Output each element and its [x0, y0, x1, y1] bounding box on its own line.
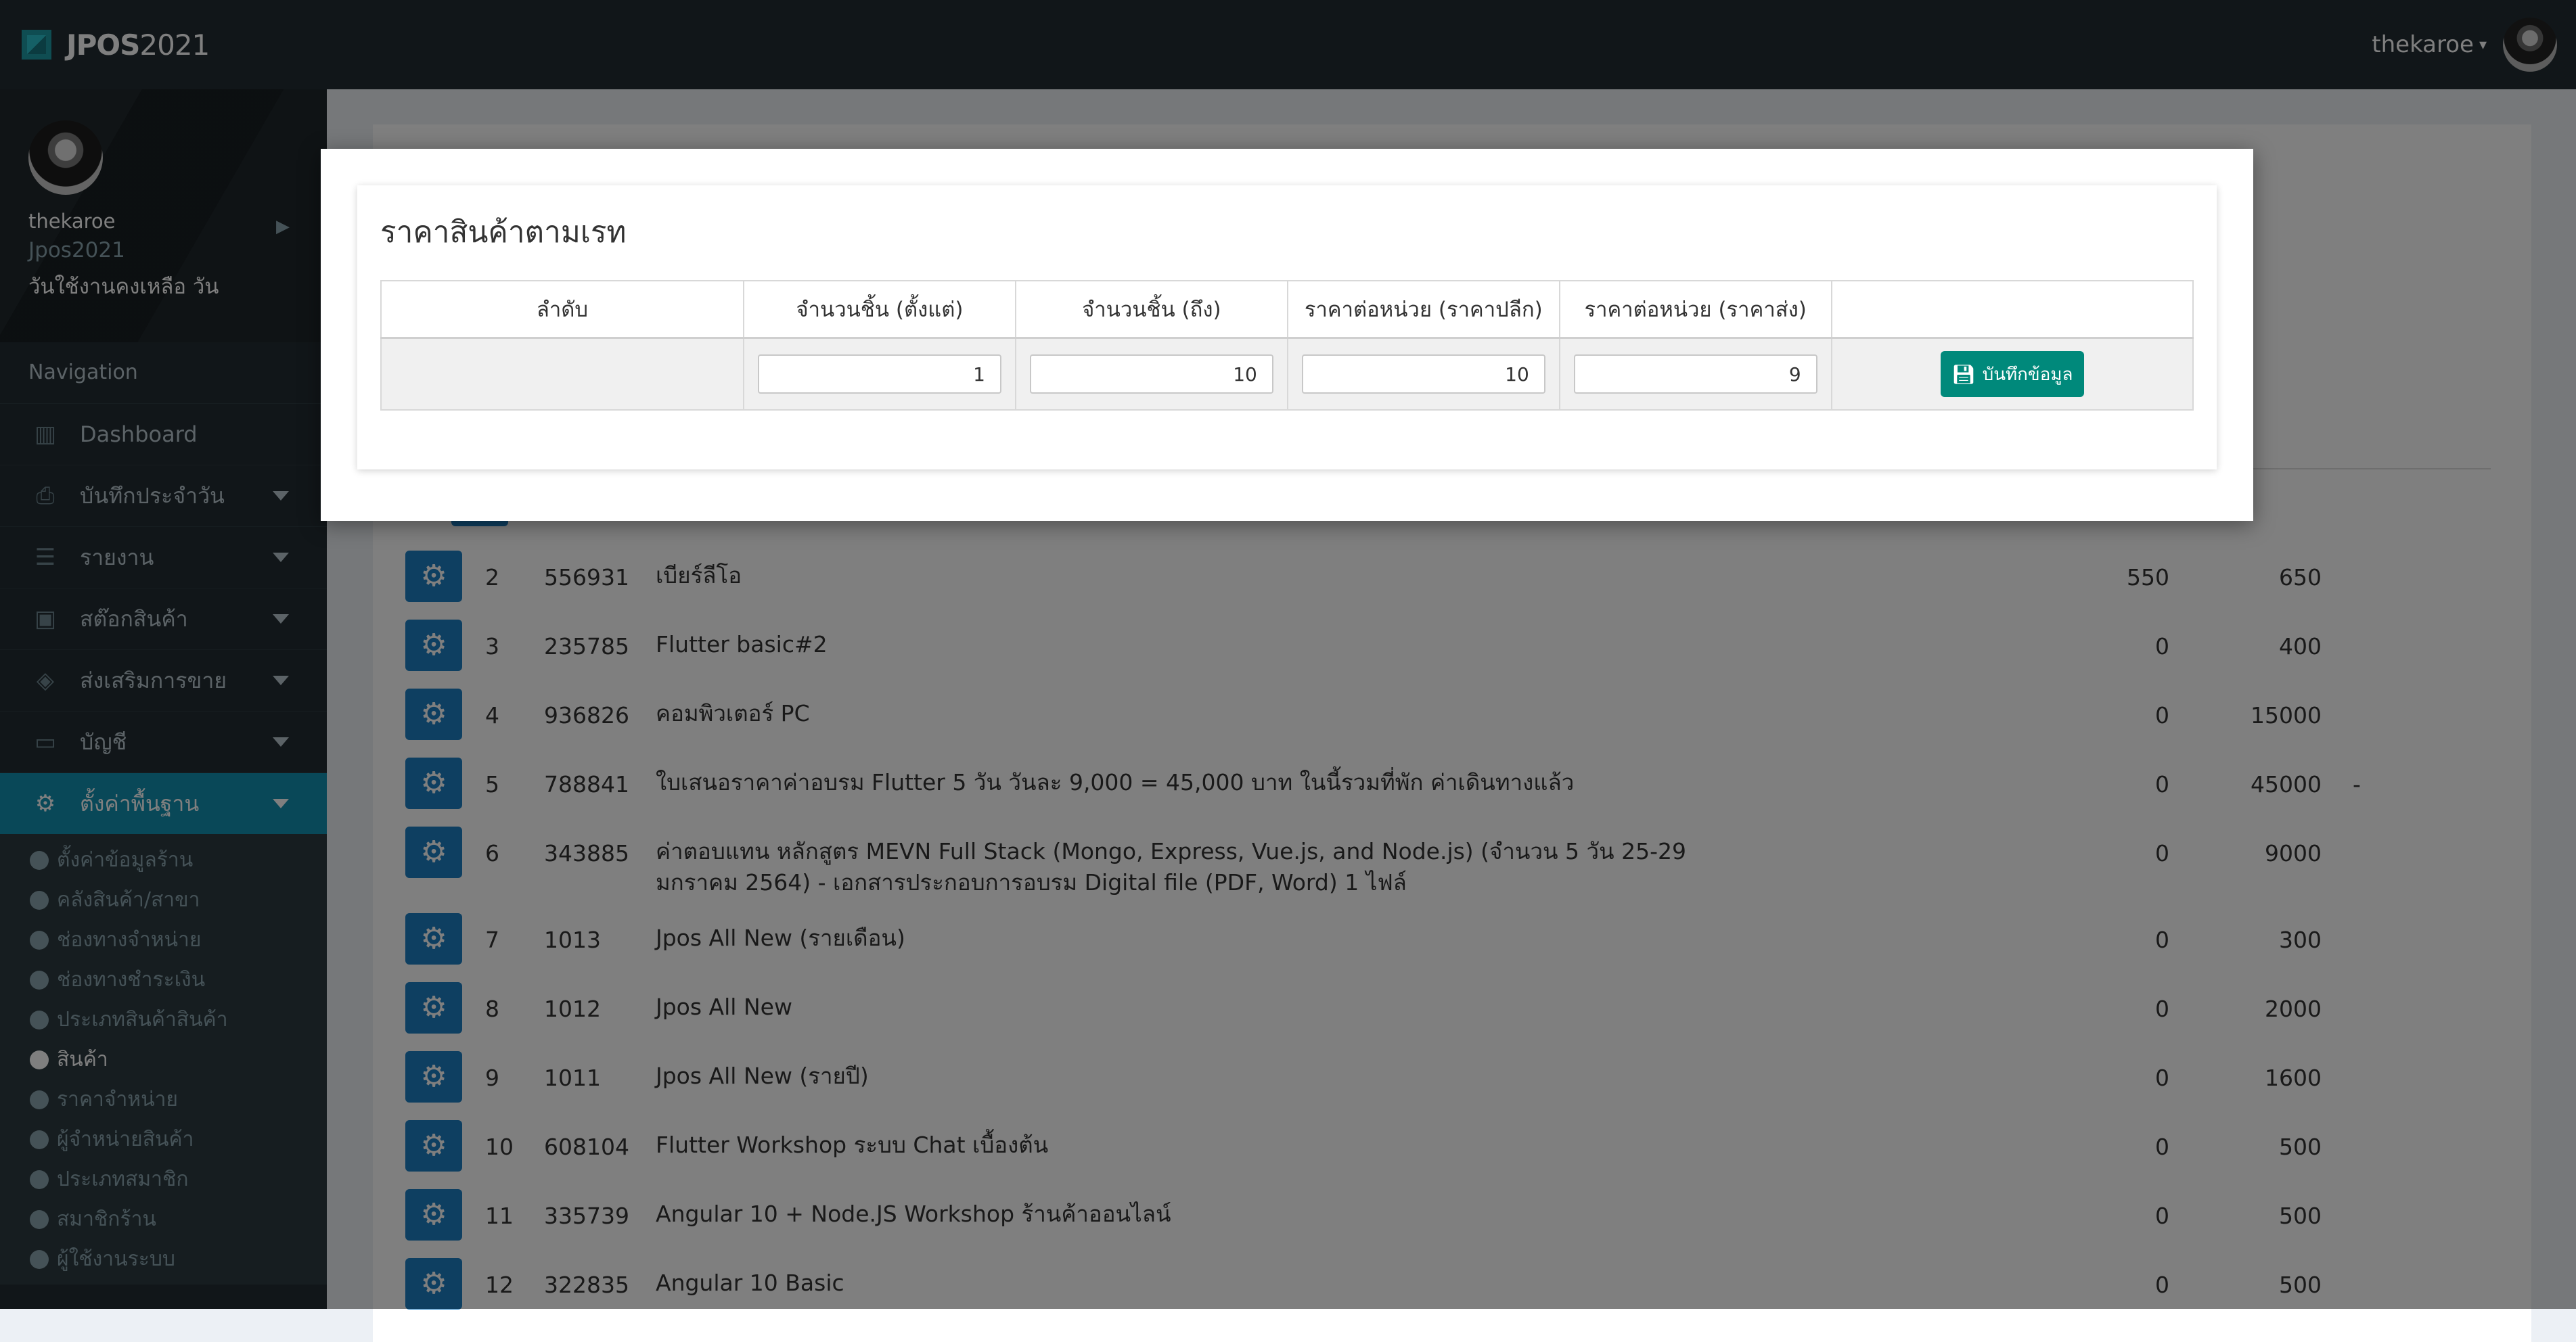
qty-to-input[interactable] — [1029, 354, 1273, 394]
retail-price-input[interactable] — [1301, 354, 1545, 394]
cell-qty-to — [1014, 337, 1288, 411]
modal-title: ราคาสินค้าตามเรท — [380, 215, 627, 250]
cell-wholesale-price — [1558, 337, 1832, 411]
table-header-row: ลำดับ จำนวนชิ้น (ตั้งแต่) จำนวนชิ้น (ถึง… — [380, 280, 2194, 339]
save-button-label: บันทึกข้อมูล — [1982, 364, 2073, 385]
cell-retail-price — [1286, 337, 1560, 411]
header-qty-from: จำนวนชิ้น (ตั้งแต่) — [743, 280, 1016, 339]
cell-qty-from — [743, 337, 1016, 411]
price-rate-modal: ราคาสินค้าตามเรท ลำดับ จำนวนชิ้น (ตั้งแต… — [321, 149, 2253, 521]
table-row: 💾︎ บันทึกข้อมูล — [380, 337, 2194, 411]
header-retail-price: ราคาต่อหน่วย (ราคาปลีก) — [1286, 280, 1560, 339]
cell-order — [380, 337, 744, 411]
floppy-disk-icon: 💾︎ — [1951, 363, 1976, 386]
qty-from-input[interactable] — [757, 354, 1001, 394]
header-qty-to: จำนวนชิ้น (ถึง) — [1014, 280, 1288, 339]
modal-card: ราคาสินค้าตามเรท ลำดับ จำนวนชิ้น (ตั้งแต… — [357, 185, 2217, 469]
save-button[interactable]: 💾︎ บันทึกข้อมูล — [1940, 351, 2084, 397]
header-wholesale-price: ราคาต่อหน่วย (ราคาส่ง) — [1558, 280, 1832, 339]
wholesale-price-input[interactable] — [1573, 354, 1817, 394]
header-order: ลำดับ — [380, 280, 744, 339]
cell-action: 💾︎ บันทึกข้อมูล — [1830, 337, 2194, 411]
price-rate-table: ลำดับ จำนวนชิ้น (ตั้งแต่) จำนวนชิ้น (ถึง… — [380, 280, 2194, 411]
header-action — [1830, 280, 2194, 339]
